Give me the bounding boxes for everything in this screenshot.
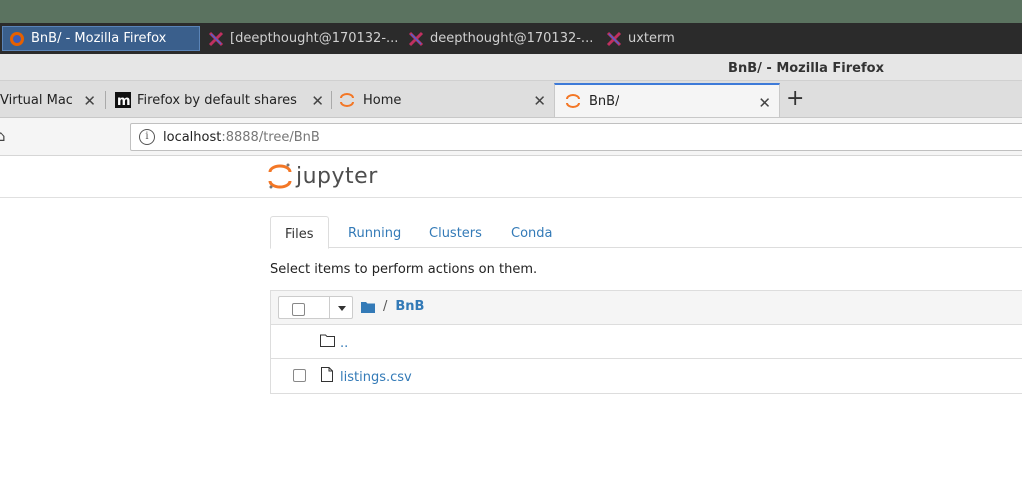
xterm-icon [208, 31, 224, 46]
file-icon [321, 367, 333, 382]
url-bar[interactable]: i localhost :8888/tree/BnB [130, 123, 1022, 151]
jupyter-favicon-icon [566, 94, 580, 108]
taskbar-item-label: BnB/ - Mozilla Firefox [31, 31, 167, 46]
tab-label: BnB/ [589, 93, 620, 109]
breadcrumb-separator: / [383, 299, 388, 314]
folder-outline-icon [320, 334, 335, 347]
selection-hint: Select items to perform actions on them. [270, 262, 538, 277]
xterm-icon [606, 31, 622, 46]
taskbar-item-terminal-2[interactable]: deepthought@170132-... [402, 26, 598, 51]
new-tab-button[interactable]: + [786, 86, 804, 111]
tab-close-icon[interactable]: ✕ [83, 92, 96, 110]
window-title: BnB/ - Mozilla Firefox [728, 61, 884, 76]
taskbar: BnB/ - Mozilla Firefox [deepthought@1701… [0, 23, 1022, 54]
browser-tab-firefox-shares[interactable]: m Firefox by default shares ✕ [110, 83, 332, 117]
tab-separator [331, 91, 332, 109]
folder-icon[interactable] [361, 301, 375, 313]
list-item[interactable]: .. [271, 325, 1022, 359]
taskbar-item-label: deepthought@170132-... [430, 31, 594, 46]
jupyter-tabs: Files Running Clusters Conda [270, 216, 1022, 249]
breadcrumb-current-dir[interactable]: BnB [395, 299, 424, 314]
item-name-link[interactable]: .. [340, 336, 348, 351]
jupyter-logo-text: jupyter [296, 163, 378, 189]
tab-conda[interactable]: Conda [511, 216, 553, 248]
taskbar-item-firefox[interactable]: BnB/ - Mozilla Firefox [2, 26, 200, 51]
browser-tab-bnb[interactable]: BnB/ ✕ [554, 83, 780, 117]
taskbar-item-label: uxterm [628, 31, 675, 46]
jupyter-logo-icon [268, 163, 292, 189]
item-checkbox[interactable] [293, 369, 306, 382]
tab-close-icon[interactable]: ✕ [533, 92, 546, 110]
browser-tab-home[interactable]: Home ✕ [334, 83, 554, 117]
site-m-icon: m [115, 92, 131, 108]
home-icon[interactable]: ⌂ [0, 127, 6, 145]
tab-separator [105, 91, 106, 109]
navigation-bar: ⌂ i localhost :8888/tree/BnB [0, 118, 1022, 156]
firefox-icon [10, 31, 24, 46]
svg-text:m: m [117, 94, 131, 108]
tab-clusters[interactable]: Clusters [429, 216, 482, 248]
jupyter-logo[interactable]: jupyter [268, 162, 378, 190]
tab-label: Virtual Mac [0, 92, 72, 108]
url-path: :8888/tree/BnB [221, 129, 320, 145]
jupyter-header: jupyter [0, 156, 1022, 198]
browser-tab-virtual-mac[interactable]: Virtual Mac ✕ [0, 83, 104, 117]
window-titlebar: BnB/ - Mozilla Firefox [0, 54, 1022, 81]
tab-running[interactable]: Running [348, 216, 401, 248]
select-all-checkbox[interactable] [292, 303, 305, 316]
tab-close-icon[interactable]: ✕ [311, 92, 324, 110]
breadcrumb: / BnB [361, 299, 424, 314]
jupyter-favicon-icon [340, 93, 354, 107]
tab-label: Home [363, 92, 402, 108]
select-all-control [278, 296, 353, 319]
browser-tab-strip: Virtual Mac ✕ m Firefox by default share… [0, 81, 1022, 118]
tab-files[interactable]: Files [270, 216, 329, 249]
taskbar-item-label: [deepthought@170132-... [230, 31, 398, 46]
url-host: localhost [163, 129, 222, 145]
item-name-link[interactable]: listings.csv [340, 370, 412, 385]
tab-label: Firefox by default shares [137, 92, 297, 108]
desktop-background [0, 0, 1022, 23]
file-list-header: / BnB [271, 291, 1022, 325]
taskbar-item-uxterm[interactable]: uxterm [600, 26, 690, 51]
jupyter-page: jupyter Files Running Clusters Conda Sel… [0, 156, 1022, 488]
file-list: / BnB .. listings.csv [270, 290, 1022, 394]
taskbar-item-terminal-1[interactable]: [deepthought@170132-... [202, 26, 398, 51]
select-menu-dropdown[interactable] [329, 297, 353, 318]
tab-close-icon[interactable]: ✕ [758, 94, 771, 112]
list-item[interactable]: listings.csv [271, 359, 1022, 393]
info-icon[interactable]: i [139, 129, 155, 145]
xterm-icon [408, 31, 424, 46]
